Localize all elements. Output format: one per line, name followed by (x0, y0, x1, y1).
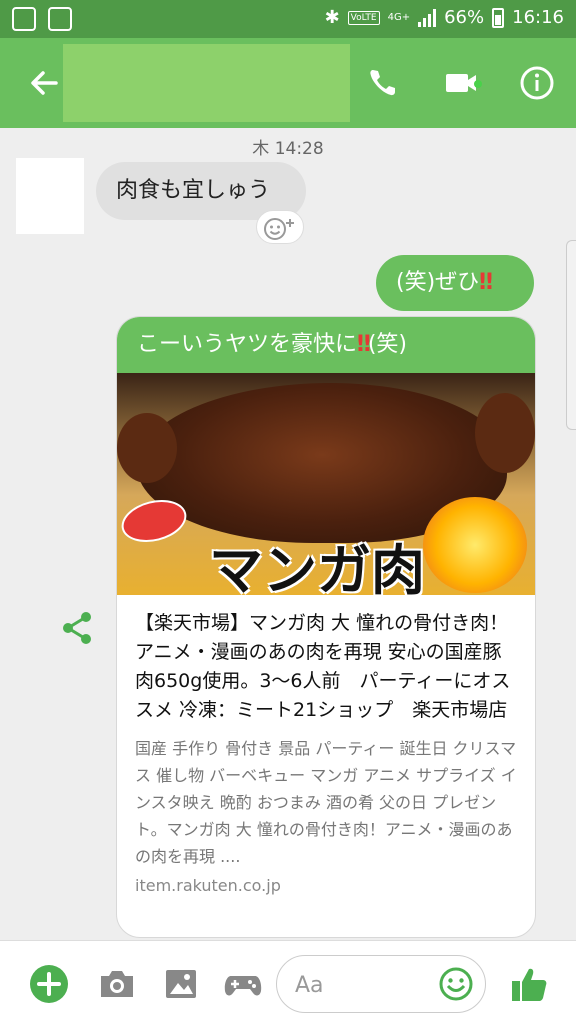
call-button[interactable] (360, 60, 406, 106)
back-button[interactable] (22, 60, 68, 106)
bone-shape-left (117, 413, 177, 483)
phone-icon (370, 70, 395, 96)
thumbs-up-icon (512, 968, 547, 1001)
bone-shape-right (475, 393, 535, 473)
avatar[interactable] (16, 158, 84, 234)
shield-icon (48, 7, 72, 31)
outgoing-message-text: (笑)ぜひ (396, 270, 480, 295)
online-status-dot (474, 80, 482, 88)
card-title: こーいうヤツを豪快に‼(笑) (117, 317, 535, 373)
clock: 16:16 (512, 7, 564, 28)
emoji-button[interactable] (437, 965, 475, 1003)
camera-icon (101, 971, 133, 997)
composer-bar (0, 940, 576, 1024)
add-button[interactable] (28, 963, 70, 1005)
games-button[interactable] (222, 963, 264, 1005)
message-input-container[interactable] (276, 955, 486, 1013)
message-input[interactable] (295, 966, 435, 1004)
product-image[interactable]: マンガ肉 (117, 373, 535, 595)
share-button[interactable] (58, 608, 98, 648)
plus-icon (30, 965, 68, 1003)
card-title-suffix: (笑) (367, 332, 407, 357)
card-description: 国産 手作り 骨付き 景品 パーティー 誕生日 クリスマス 催し物 バーベキュー… (135, 739, 517, 866)
gamepad-icon (224, 976, 262, 996)
info-icon (520, 66, 554, 100)
outgoing-message-bubble[interactable]: (笑)ぜひ‼ (376, 255, 534, 311)
volte-label: VoLTE (347, 10, 380, 25)
signal-icon (418, 8, 437, 27)
image-caption: マンガ肉 (209, 539, 425, 595)
video-call-button[interactable] (438, 60, 484, 106)
like-button[interactable] (508, 963, 550, 1005)
double-exclamation-emoji: ‼ (357, 332, 371, 357)
image-icon (166, 970, 196, 998)
add-reaction-button[interactable] (256, 210, 304, 244)
burst-graphic (423, 497, 527, 593)
gallery-button[interactable] (160, 963, 202, 1005)
status-bar: ✱ VoLTE 4G+ 66% 16:16 (0, 0, 576, 38)
bluetooth-icon: ✱ (324, 7, 340, 28)
battery-percent: 66% (444, 7, 485, 28)
info-button[interactable] (514, 60, 560, 106)
message-timestamp: 木 14:28 (252, 139, 324, 159)
network-type-label: 4G+ (387, 11, 411, 23)
card-title-text: こーいうヤツを豪快に (137, 332, 358, 357)
battery-icon (492, 7, 505, 28)
card-url[interactable]: item.rakuten.co.jp (135, 876, 517, 895)
card-heading: 【楽天市場】マンガ肉 大 憧れの骨付き肉！アニメ・漫画のあの肉を再現 安心の国産… (135, 612, 511, 721)
contact-name[interactable] (63, 44, 350, 122)
link-preview-card[interactable]: こーいうヤツを豪快に‼(笑) マンガ肉 【楽天市場】マンガ肉 大 憧れの骨付き肉… (116, 316, 536, 938)
double-exclamation-emoji: ‼ (479, 270, 493, 295)
smile-icon (439, 967, 473, 1001)
share-icon (63, 612, 91, 644)
side-panel-handle[interactable] (566, 240, 576, 430)
smile-plus-icon (264, 218, 294, 240)
notification-icon (12, 7, 36, 31)
chat-header (0, 38, 576, 128)
camera-button[interactable] (96, 963, 138, 1005)
back-arrow-icon (31, 71, 58, 95)
